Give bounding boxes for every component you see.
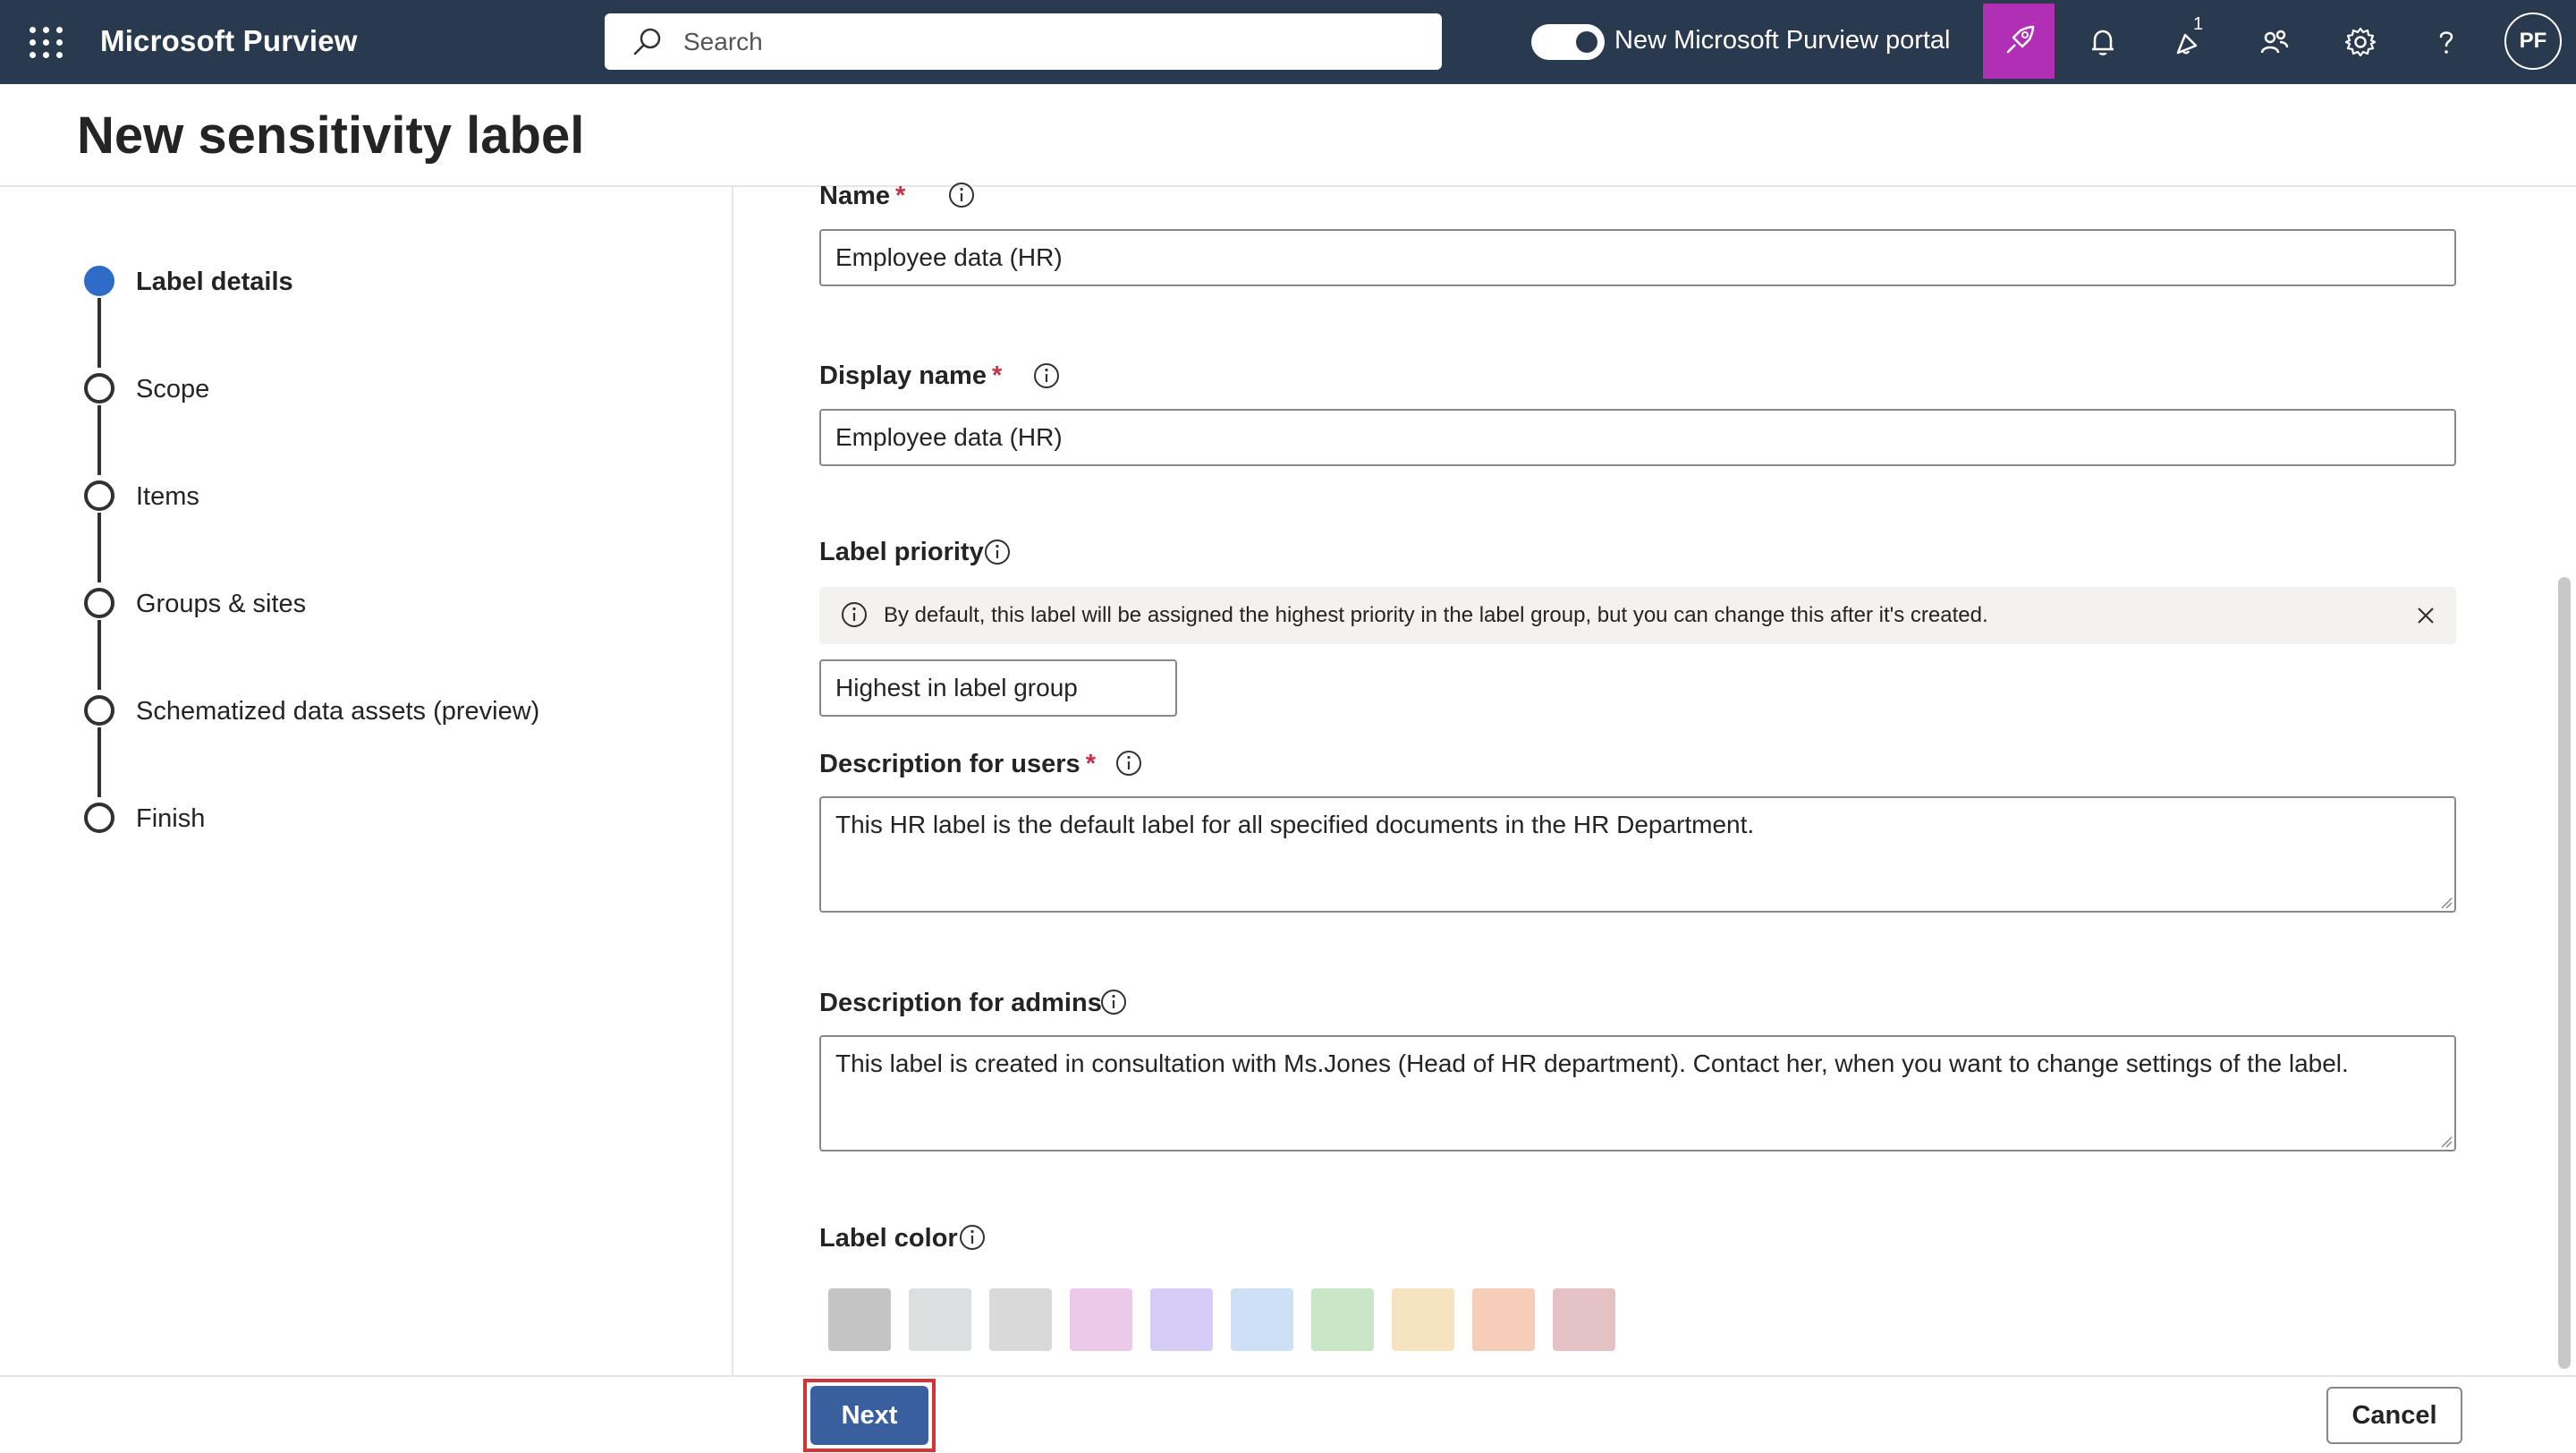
header-divider <box>0 185 2576 187</box>
search-placeholder[interactable]: Search <box>683 28 763 56</box>
step-pending-indicator <box>84 695 114 726</box>
priority-info-bar: By default, this label will be assigned … <box>819 587 2456 644</box>
description-admins-textarea[interactable]: This label is created in consultation wi… <box>819 1035 2456 1151</box>
new-portal-label: New Microsoft Purview portal <box>1614 26 1951 55</box>
people-icon <box>2260 30 2289 54</box>
info-icon <box>842 602 867 627</box>
app-launcher-icon[interactable] <box>27 24 63 60</box>
label-color-label: Label color <box>819 1224 958 1253</box>
color-swatch[interactable] <box>909 1288 971 1351</box>
info-icon[interactable] <box>1098 987 1129 1017</box>
display-name-label: Display name * <box>819 361 1003 390</box>
app-title[interactable]: Microsoft Purview <box>100 24 358 58</box>
top-bar: Microsoft Purview Search New Microsoft P… <box>0 0 2576 84</box>
name-label: Name * <box>819 182 906 210</box>
rocket-icon <box>2006 25 2035 54</box>
info-icon[interactable] <box>1031 361 1062 391</box>
footer-divider <box>0 1375 2576 1377</box>
step-label: Groups & sites <box>136 590 307 618</box>
search-box[interactable]: Search <box>605 13 1442 70</box>
resize-grip-icon[interactable] <box>2438 895 2453 909</box>
info-icon[interactable] <box>982 537 1013 567</box>
step-connector <box>97 405 101 475</box>
panel-divider <box>732 187 733 1377</box>
color-swatch[interactable] <box>1231 1288 1293 1351</box>
bell-icon <box>2092 30 2114 55</box>
settings-button[interactable] <box>2338 20 2383 64</box>
step-pending-indicator <box>84 588 114 618</box>
close-icon[interactable] <box>2411 601 2440 630</box>
step-label: Scope <box>136 375 210 404</box>
color-swatch[interactable] <box>828 1288 891 1351</box>
search-icon <box>633 28 661 55</box>
color-swatch[interactable] <box>989 1288 1052 1351</box>
display-name-input[interactable]: Employee data (HR) <box>819 409 2456 466</box>
color-swatch[interactable] <box>1553 1288 1615 1351</box>
description-users-textarea[interactable]: This HR label is the default label for a… <box>819 796 2456 913</box>
notification-badge: 1 <box>2193 14 2204 34</box>
color-swatch[interactable] <box>1070 1288 1132 1351</box>
page-title: New sensitivity label <box>77 106 585 165</box>
description-admins-text: This label is created in consultation wi… <box>835 1049 2349 1077</box>
step-pending-indicator <box>84 480 114 511</box>
step-current-indicator <box>84 266 114 296</box>
priority-info-message: By default, this label will be assigned … <box>884 603 1988 627</box>
label-priority-field[interactable]: Highest in label group <box>819 659 1177 717</box>
info-icon[interactable] <box>957 1222 987 1253</box>
info-icon[interactable] <box>1114 748 1144 778</box>
step-pending-indicator <box>84 803 114 833</box>
resize-grip-icon[interactable] <box>2438 1134 2453 1148</box>
step-connector <box>97 298 101 368</box>
name-input[interactable]: Employee data (HR) <box>819 229 2456 286</box>
copilot-button[interactable] <box>1983 4 2055 79</box>
whats-new-button[interactable] <box>2166 20 2211 64</box>
step-pending-indicator <box>84 373 114 404</box>
color-swatch[interactable] <box>1392 1288 1454 1351</box>
new-portal-toggle[interactable] <box>1531 24 1605 60</box>
step-connector <box>97 727 101 797</box>
color-swatch[interactable] <box>1311 1288 1374 1351</box>
color-swatch[interactable] <box>1472 1288 1535 1351</box>
gear-icon <box>2344 27 2377 57</box>
step-connector <box>97 620 101 690</box>
next-button[interactable]: Next <box>810 1386 928 1445</box>
help-button[interactable] <box>2424 20 2469 64</box>
step-connector <box>97 513 101 582</box>
help-icon <box>2439 31 2453 54</box>
step-label: Finish <box>136 804 206 833</box>
description-admins-label: Description for admins <box>819 989 1102 1017</box>
user-avatar[interactable]: PF <box>2504 13 2562 70</box>
scrollbar-thumb[interactable] <box>2558 577 2571 1369</box>
step-label: Label details <box>136 268 293 296</box>
description-users-text: This HR label is the default label for a… <box>835 811 1755 838</box>
step-label: Schematized data assets (preview) <box>136 697 540 726</box>
description-users-label: Description for users * <box>819 750 1096 778</box>
community-button[interactable] <box>2252 20 2297 64</box>
label-priority-label: Label priority <box>819 538 984 566</box>
info-icon[interactable] <box>946 180 977 210</box>
step-label: Items <box>136 482 199 511</box>
color-swatch[interactable] <box>1150 1288 1213 1351</box>
notifications-button[interactable] <box>2080 20 2125 64</box>
cancel-button[interactable]: Cancel <box>2326 1387 2462 1444</box>
